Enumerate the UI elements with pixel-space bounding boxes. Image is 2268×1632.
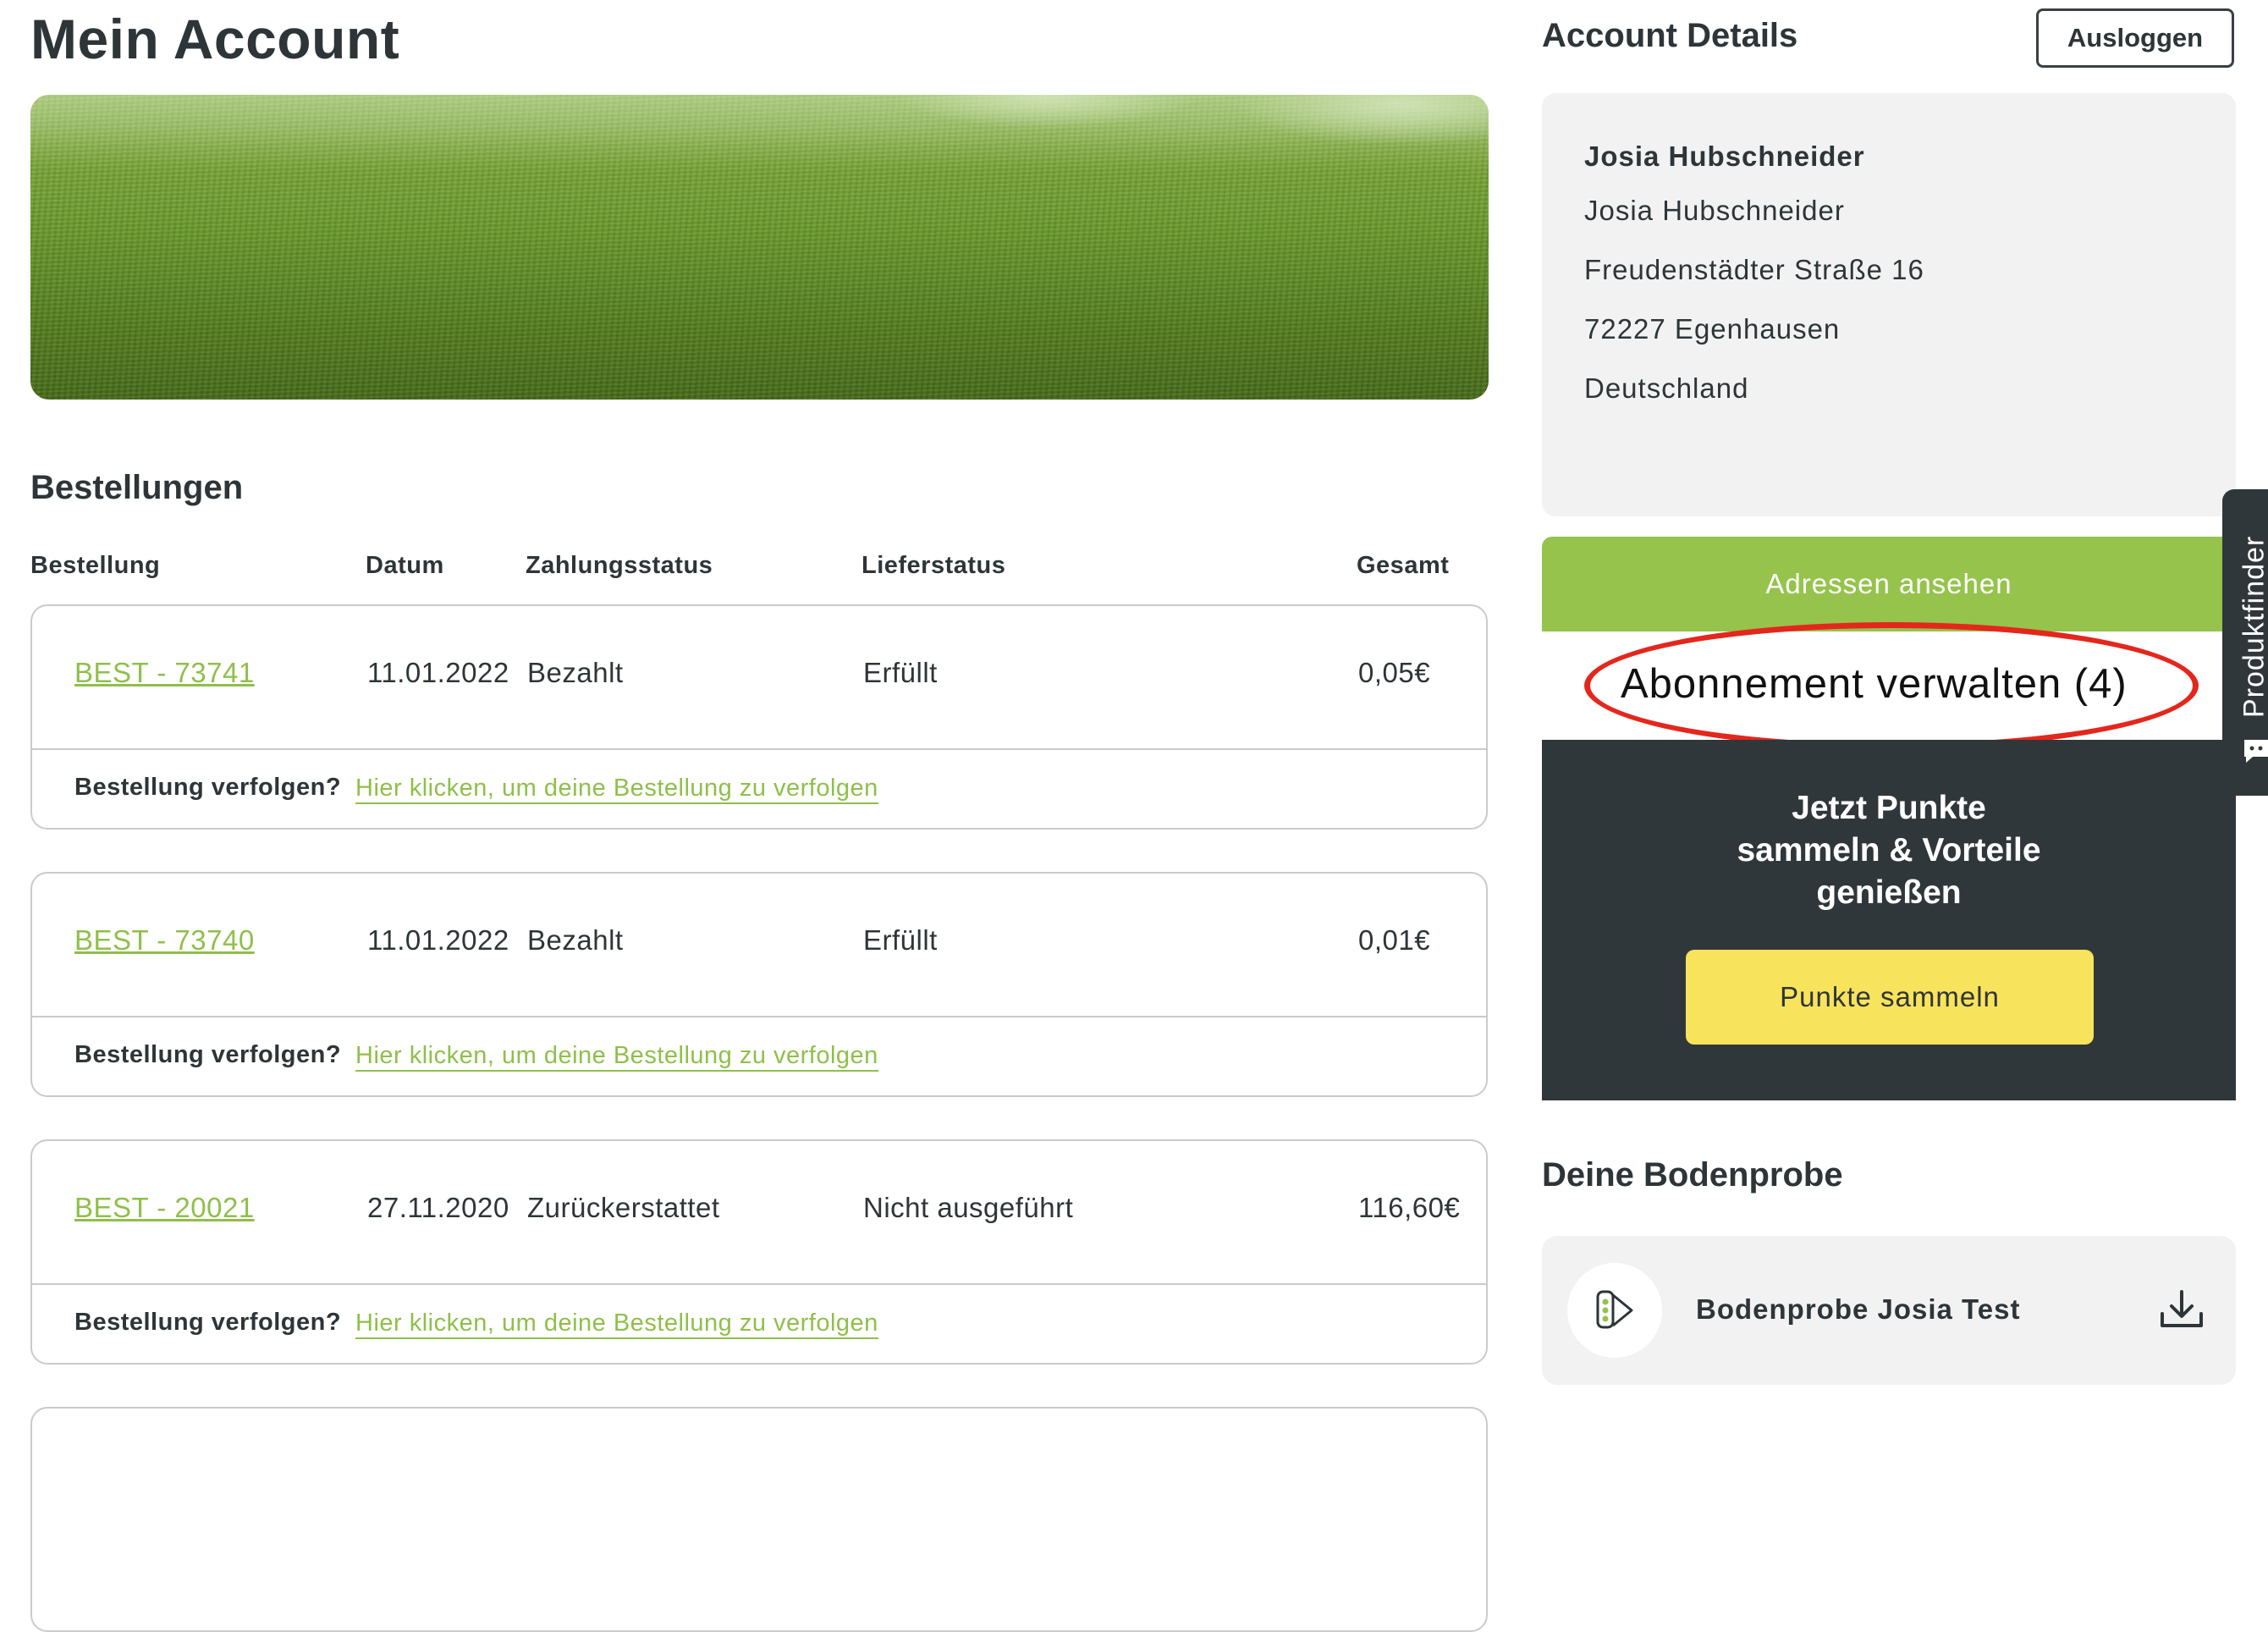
produktfinder-side-tab[interactable]: Produktfinder	[2222, 489, 2268, 796]
hero-banner-image	[30, 95, 1489, 400]
order-card	[30, 1407, 1488, 1632]
order-row: BEST - 73740 11.01.2022 Bezahlt Erfüllt …	[32, 874, 1486, 1017]
order-delivery-status: Erfüllt	[863, 924, 938, 956]
order-date: 11.01.2022	[367, 924, 509, 956]
address-line: 72227 Egenhausen	[1584, 313, 1841, 345]
points-promo-title-line: sammeln & Vorteile	[1737, 832, 2041, 868]
view-addresses-button[interactable]: Adressen ansehen	[1542, 537, 2236, 631]
order-id-link[interactable]: BEST - 73741	[74, 657, 255, 689]
order-delivery-status: Nicht ausgeführt	[863, 1192, 1074, 1223]
orders-section-title: Bestellungen	[30, 469, 244, 506]
chat-icon	[2244, 740, 2268, 763]
points-promo-panel: Jetzt Punkte sammeln & Vorteile genießen…	[1542, 740, 2236, 1100]
address-line: Deutschland	[1584, 372, 1749, 404]
order-id-link[interactable]: BEST - 20021	[74, 1192, 255, 1224]
order-total: 116,60€	[1358, 1192, 1461, 1223]
order-card: BEST - 73741 11.01.2022 Bezahlt Erfüllt …	[30, 604, 1488, 830]
soil-sample-label: Bodenprobe Josia Test	[1696, 1293, 2021, 1325]
points-promo-title-line: Jetzt Punkte	[1792, 790, 1986, 826]
produktfinder-label: Produktfinder	[2238, 535, 2268, 718]
col-header-payment: Zahlungsstatus	[526, 552, 713, 579]
order-card: BEST - 73740 11.01.2022 Bezahlt Erfüllt …	[30, 872, 1488, 1097]
order-date: 11.01.2022	[367, 657, 509, 688]
track-order-prompt: Bestellung verfolgen?	[74, 774, 342, 801]
col-header-order: Bestellung	[30, 552, 161, 579]
points-promo-title-line: genießen	[1816, 874, 1962, 911]
col-header-delivery: Lieferstatus	[862, 552, 1006, 579]
order-total: 0,05€	[1358, 657, 1431, 688]
address-card: Josia Hubschneider Josia Hubschneider Fr…	[1542, 93, 2236, 516]
logout-button[interactable]: Ausloggen	[2036, 8, 2234, 68]
points-promo-title: Jetzt Punkte sammeln & Vorteile genießen	[1542, 787, 2236, 914]
soil-sample-title: Deine Bodenprobe	[1542, 1156, 1843, 1194]
account-name: Josia Hubschneider	[1584, 141, 1865, 172]
account-details-title: Account Details	[1542, 17, 1798, 54]
track-order-link[interactable]: Hier klicken, um deine Bestellung zu ver…	[355, 1309, 878, 1339]
order-payment-status: Zurückerstattet	[527, 1192, 720, 1223]
soil-test-tube-icon	[1567, 1263, 1662, 1358]
soil-sample-item[interactable]: Bodenprobe Josia Test	[1542, 1236, 2236, 1385]
order-card: BEST - 20021 27.11.2020 Zurückerstattet …	[30, 1139, 1488, 1365]
address-line: Josia Hubschneider	[1584, 195, 1845, 226]
collect-points-button[interactable]: Punkte sammeln	[1686, 950, 2094, 1045]
manage-subscription-link[interactable]: Abonnement verwalten (4)	[1621, 660, 2128, 708]
col-header-total: Gesamt	[1357, 552, 1450, 579]
order-row: BEST - 73741 11.01.2022 Bezahlt Erfüllt …	[32, 606, 1486, 750]
track-order-link[interactable]: Hier klicken, um deine Bestellung zu ver…	[355, 1041, 878, 1072]
order-payment-status: Bezahlt	[527, 657, 624, 688]
order-date: 27.11.2020	[367, 1192, 509, 1223]
address-line: Freudenstädter Straße 16	[1584, 254, 1924, 285]
order-payment-status: Bezahlt	[527, 924, 624, 956]
order-total: 0,01€	[1358, 924, 1431, 956]
download-icon[interactable]	[2158, 1288, 2205, 1331]
order-row: BEST - 20021 27.11.2020 Zurückerstattet …	[32, 1141, 1486, 1285]
col-header-date: Datum	[366, 552, 444, 579]
track-order-prompt: Bestellung verfolgen?	[74, 1309, 342, 1336]
track-order-link[interactable]: Hier klicken, um deine Bestellung zu ver…	[355, 774, 878, 804]
track-order-prompt: Bestellung verfolgen?	[74, 1041, 342, 1068]
order-delivery-status: Erfüllt	[863, 657, 938, 688]
order-id-link[interactable]: BEST - 73740	[74, 924, 255, 957]
page-title: Mein Account	[30, 8, 400, 70]
